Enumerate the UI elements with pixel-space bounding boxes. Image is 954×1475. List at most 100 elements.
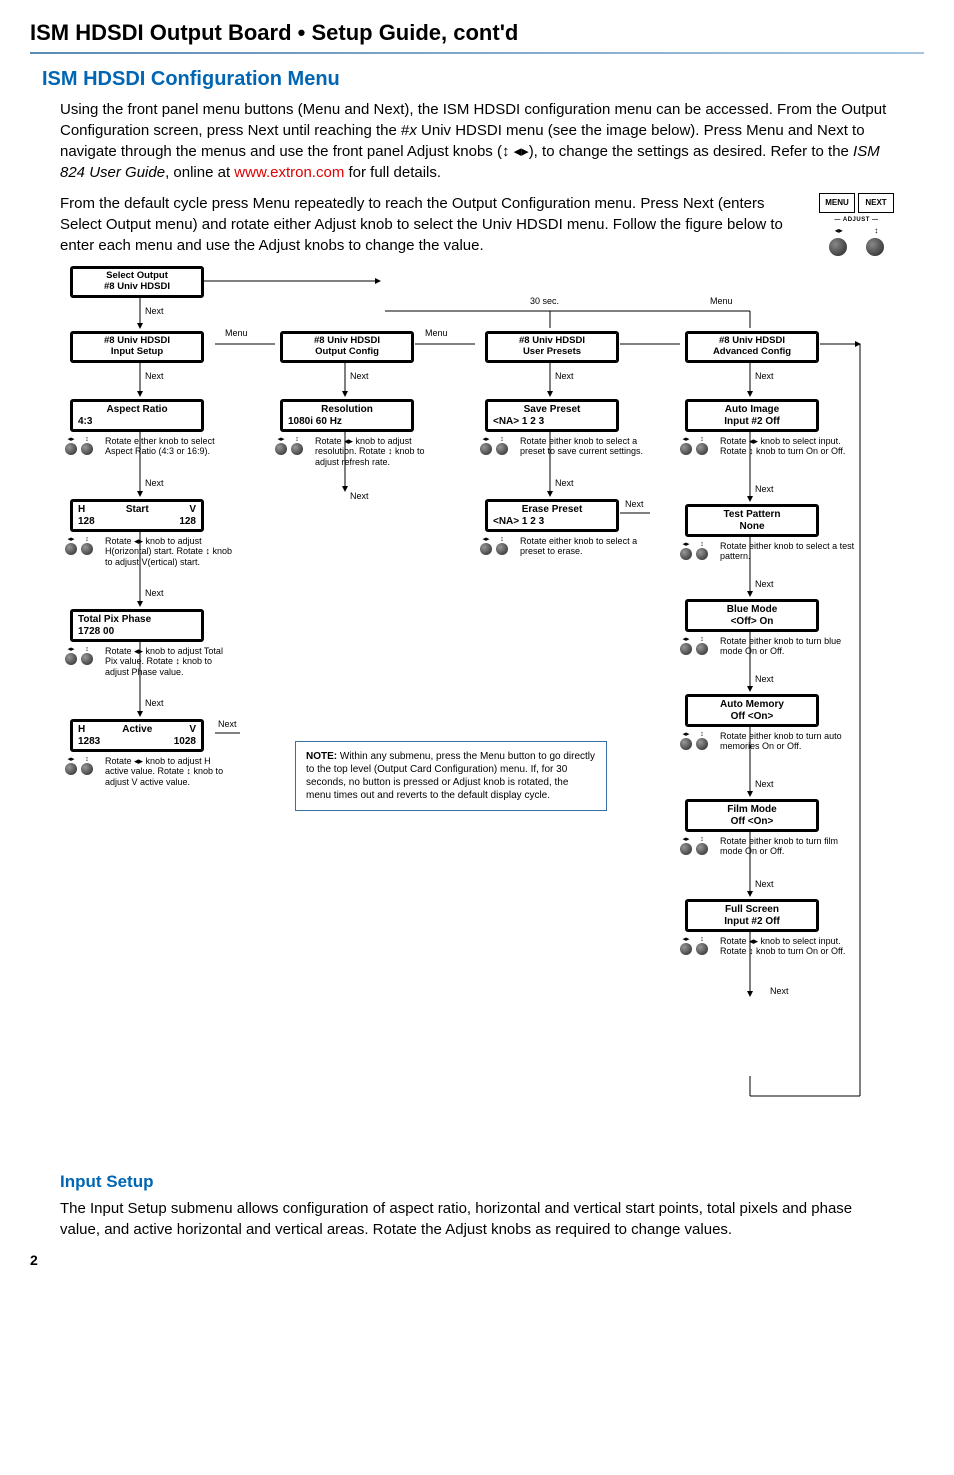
label-next-c1c: Next bbox=[145, 588, 164, 598]
knob-icon bbox=[696, 548, 708, 560]
knobs-bluemode: ◂▸ ↕ bbox=[680, 636, 708, 655]
extron-link[interactable]: www.extron.com bbox=[234, 164, 344, 181]
knobs-erase: ◂▸ ↕ bbox=[480, 536, 508, 555]
arrow-lr-icon: ◂▸ bbox=[680, 936, 692, 943]
label-next-c1e: Next bbox=[218, 719, 237, 729]
arrow-ud-icon: ↕ bbox=[874, 225, 878, 236]
knob-icon bbox=[696, 443, 708, 455]
label-menu: Menu bbox=[225, 328, 248, 338]
desc-save: Rotate either knob to select a preset to… bbox=[520, 436, 650, 457]
knob-icon bbox=[496, 543, 508, 555]
menu-button[interactable]: MENU bbox=[819, 193, 855, 213]
desc-testpattern: Rotate either knob to select a test patt… bbox=[720, 541, 860, 562]
arrow-lr-icon: ◂▸ bbox=[65, 536, 77, 543]
label-next-c4e: Next bbox=[755, 779, 774, 789]
front-panel: MENU NEXT — ADJUST — ◂▸ ↕ bbox=[819, 193, 894, 256]
label-next-c1d: Next bbox=[145, 698, 164, 708]
arrow-lr-icon: ◂▸ bbox=[65, 436, 77, 443]
adjust-knob-right[interactable] bbox=[866, 238, 884, 256]
note-box: NOTE: Within any submenu, press the Menu… bbox=[295, 741, 607, 811]
box-input-setup: #8 Univ HDSDI Input Setup bbox=[70, 331, 204, 363]
arrow-lr-icon: ◂▸ bbox=[680, 636, 692, 643]
arrow-ud-icon: ↕ bbox=[696, 836, 708, 843]
arrow-lr-icon: ◂▸ bbox=[65, 756, 77, 763]
label-next-c4f: Next bbox=[755, 879, 774, 889]
knob-icon bbox=[65, 443, 77, 455]
arrow-ud-icon: ↕ bbox=[81, 646, 93, 653]
arrow-lr-icon: ◂▸ bbox=[275, 436, 287, 443]
knob-icon bbox=[680, 548, 692, 560]
paragraph-1: Using the front panel menu buttons (Menu… bbox=[60, 99, 894, 183]
label-menu-2: Menu bbox=[425, 328, 448, 338]
title-underline bbox=[30, 52, 924, 54]
arrow-ud-icon: ↕ bbox=[696, 936, 708, 943]
box-user-presets: #8 Univ HDSDI User Presets bbox=[485, 331, 619, 363]
knob-icon bbox=[680, 843, 692, 855]
label-30sec: 30 sec. bbox=[530, 296, 559, 306]
next-button[interactable]: NEXT bbox=[858, 193, 894, 213]
arrow-lr-icon: ◂▸ bbox=[65, 646, 77, 653]
arrow-ud-icon: ↕ bbox=[81, 436, 93, 443]
adjust-label: — ADJUST — bbox=[819, 216, 894, 224]
desc-autoimage: Rotate ◂▸ knob to select input. Rotate ↕… bbox=[720, 436, 850, 457]
knobs-filmmode: ◂▸ ↕ bbox=[680, 836, 708, 855]
arrow-lr-icon: ◂▸ bbox=[680, 541, 692, 548]
desc-fullscreen: Rotate ◂▸ knob to select input. Rotate ↕… bbox=[720, 936, 850, 957]
box-save-preset: Save Preset <NA> 1 2 3 bbox=[485, 399, 619, 432]
arrow-lr-icon: ◂▸ bbox=[480, 436, 492, 443]
desc-filmmode: Rotate either knob to turn film mode On … bbox=[720, 836, 850, 857]
knob-icon bbox=[291, 443, 303, 455]
desc-automemory: Rotate either knob to turn auto memories… bbox=[720, 731, 850, 752]
box-blue-mode: Blue Mode <Off> On bbox=[685, 599, 819, 632]
box-select-output: Select Output #8 Univ HDSDI bbox=[70, 266, 204, 298]
label-next-c3c: Next bbox=[625, 499, 644, 509]
desc-totalpix: Rotate ◂▸ knob to adjust Total Pix value… bbox=[105, 646, 235, 677]
knob-icon bbox=[81, 543, 93, 555]
knob-icon bbox=[81, 763, 93, 775]
adjust-knob-left[interactable] bbox=[829, 238, 847, 256]
knobs-autoimage: ◂▸ ↕ bbox=[680, 436, 708, 455]
knob-icon bbox=[275, 443, 287, 455]
label-menu-3: Menu bbox=[710, 296, 733, 306]
knobs-active: ◂▸ ↕ bbox=[65, 756, 93, 775]
knob-icon bbox=[496, 443, 508, 455]
label-next-c4: Next bbox=[755, 371, 774, 381]
desc-resolution: Rotate ◂▸ knob to adjust resolution. Rot… bbox=[315, 436, 445, 467]
box-erase-preset: Erase Preset <NA> 1 2 3 bbox=[485, 499, 619, 532]
arrow-ud-icon: ↕ bbox=[496, 436, 508, 443]
note-text: Within any submenu, press the Menu butto… bbox=[306, 751, 595, 801]
knob-icon bbox=[680, 443, 692, 455]
arrow-lr-icon: ◂▸ bbox=[680, 836, 692, 843]
box-start: HStartV 128128 bbox=[70, 499, 204, 532]
knob-icon bbox=[696, 643, 708, 655]
page-number: 2 bbox=[30, 1252, 924, 1268]
arrow-lr-icon: ◂▸ bbox=[480, 536, 492, 543]
knobs-totalpix: ◂▸ ↕ bbox=[65, 646, 93, 665]
box-active: HActiveV 12831028 bbox=[70, 719, 204, 752]
label-next-c3b: Next bbox=[555, 478, 574, 488]
arrow-ud-icon: ↕ bbox=[81, 536, 93, 543]
knobs-start: ◂▸ ↕ bbox=[65, 536, 93, 555]
label-next-c2: Next bbox=[350, 371, 369, 381]
knobs-testpattern: ◂▸ ↕ bbox=[680, 541, 708, 560]
knob-icon bbox=[81, 443, 93, 455]
box-auto-image: Auto Image Input #2 Off bbox=[685, 399, 819, 432]
note-label: NOTE: bbox=[306, 751, 337, 762]
box-totalpix: Total Pix Phase 1728 00 bbox=[70, 609, 204, 642]
desc-bluemode: Rotate either knob to turn blue mode On … bbox=[720, 636, 850, 657]
arrow-ud-icon: ↕ bbox=[291, 436, 303, 443]
box-film-mode: Film Mode Off <On> bbox=[685, 799, 819, 832]
desc-start: Rotate ◂▸ knob to adjust H(orizontal) st… bbox=[105, 536, 235, 567]
desc-erase: Rotate either knob to select a preset to… bbox=[520, 536, 650, 557]
arrow-ud-icon: ↕ bbox=[696, 731, 708, 738]
label-next-c4g: Next bbox=[770, 986, 789, 996]
p1i: x bbox=[409, 122, 417, 139]
arrow-ud-icon: ↕ bbox=[81, 756, 93, 763]
section-heading: ISM HDSDI Configuration Menu bbox=[42, 68, 924, 91]
label-next-c2b: Next bbox=[350, 491, 369, 501]
knob-icon bbox=[680, 738, 692, 750]
knob-icon bbox=[696, 943, 708, 955]
knob-icon bbox=[480, 543, 492, 555]
knob-icon bbox=[480, 443, 492, 455]
knob-icon bbox=[680, 643, 692, 655]
